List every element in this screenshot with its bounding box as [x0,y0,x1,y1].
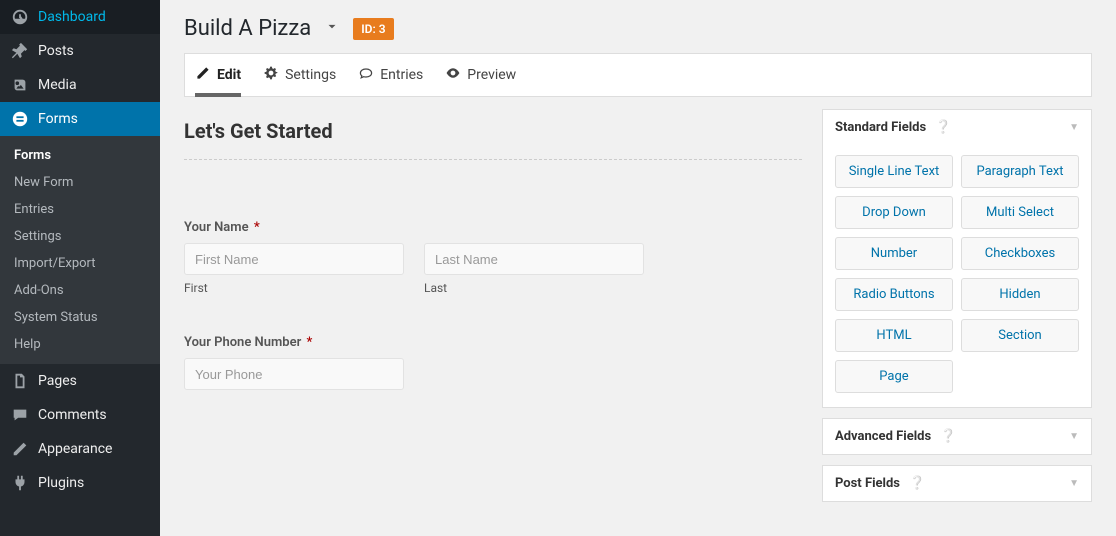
sidebar-submenu-forms: Forms New Form Entries Settings Import/E… [0,136,160,364]
collapse-toggle[interactable]: ▼ [1069,122,1079,133]
sidebar-item-label: Posts [38,43,74,59]
sidebar-item-label: Appearance [38,441,112,457]
field-type-hidden[interactable]: Hidden [961,278,1079,311]
sidebar-item-label: Comments [38,407,107,423]
field-type-paragraph-text[interactable]: Paragraph Text [961,155,1079,188]
eye-icon [445,65,461,85]
sidebar-item-dashboard[interactable]: Dashboard [0,0,160,34]
gear-icon [263,65,279,85]
comments-icon [10,406,30,424]
field-type-multi-select[interactable]: Multi Select [961,196,1079,229]
content-row: Let's Get Started Your Name * First Last [184,109,1092,536]
panel-header-advanced[interactable]: Advanced Fields ❔ ▼ [823,419,1091,454]
sidebar-item-forms[interactable]: Forms [0,102,160,136]
field-type-drop-down[interactable]: Drop Down [835,196,953,229]
field-type-single-line-text[interactable]: Single Line Text [835,155,953,188]
sidebar-item-label: Plugins [38,475,84,491]
pin-icon [10,42,30,60]
tab-label: Settings [285,67,336,83]
first-name-sublabel: First [184,281,404,295]
sidebar-item-media[interactable]: Media [0,68,160,102]
name-inputs: First Last [184,243,802,295]
panel-post-fields: Post Fields ❔ ▼ [822,465,1092,502]
form-editor-area: Let's Get Started Your Name * First Last [184,109,802,536]
required-marker: * [307,335,313,350]
edit-icon [195,65,211,85]
field-type-html[interactable]: HTML [835,319,953,352]
panel-header-post[interactable]: Post Fields ❔ ▼ [823,466,1091,501]
sidebar-subitem-entries[interactable]: Entries [0,196,160,223]
field-phone[interactable]: Your Phone Number * [184,335,802,390]
panel-body-standard: Single Line Text Paragraph Text Drop Dow… [823,145,1091,407]
tab-edit[interactable]: Edit [195,54,241,96]
field-name[interactable]: Your Name * First Last [184,220,802,295]
required-marker: * [254,220,260,235]
sidebar-item-pages[interactable]: Pages [0,364,160,398]
field-type-checkboxes[interactable]: Checkboxes [961,237,1079,270]
sidebar-item-comments[interactable]: Comments [0,398,160,432]
collapse-toggle[interactable]: ▼ [1069,431,1079,442]
last-name-sublabel: Last [424,281,644,295]
tab-label: Edit [217,67,241,83]
sidebar-item-appearance[interactable]: Appearance [0,432,160,466]
sidebar-item-label: Media [38,77,77,93]
chevron-down-icon [325,20,339,34]
tab-label: Entries [380,67,423,83]
sidebar-subitem-system-status[interactable]: System Status [0,304,160,331]
sidebar-item-plugins[interactable]: Plugins [0,466,160,500]
form-section-title: Let's Get Started [184,119,802,160]
sidebar-subitem-add-ons[interactable]: Add-Ons [0,277,160,304]
page-title: Build A Pizza [184,16,311,41]
sidebar-item-label: Pages [38,373,77,389]
sidebar-item-label: Dashboard [38,9,106,25]
form-tabs: Edit Settings Entries Preview [184,53,1092,97]
first-name-input[interactable] [184,243,404,275]
title-row: Build A Pizza ID: 3 [184,16,1092,41]
main-content: Build A Pizza ID: 3 Edit Settings Entrie… [160,0,1116,536]
tab-settings[interactable]: Settings [263,54,336,96]
panel-title: Standard Fields [835,120,926,135]
form-switcher-toggle[interactable] [325,20,339,38]
field-label: Your Phone Number * [184,335,802,350]
help-icon[interactable]: ❔ [909,476,925,491]
sidebar-subitem-import-export[interactable]: Import/Export [0,250,160,277]
last-name-input[interactable] [424,243,644,275]
sidebar-subitem-forms[interactable]: Forms [0,142,160,169]
forms-icon [10,110,30,128]
field-type-page[interactable]: Page [835,360,953,393]
help-icon[interactable]: ❔ [935,120,951,135]
plugins-icon [10,474,30,492]
field-type-radio-buttons[interactable]: Radio Buttons [835,278,953,311]
sidebar-subitem-new-form[interactable]: New Form [0,169,160,196]
field-type-section[interactable]: Section [961,319,1079,352]
phone-input[interactable] [184,358,404,390]
pages-icon [10,372,30,390]
field-palette: Standard Fields ❔ ▼ Single Line Text Par… [822,109,1092,536]
panel-title: Post Fields [835,476,900,491]
panel-advanced-fields: Advanced Fields ❔ ▼ [822,418,1092,455]
field-label: Your Name * [184,220,802,235]
sidebar-item-label: Forms [38,111,78,127]
media-icon [10,76,30,94]
tab-preview[interactable]: Preview [445,54,516,96]
form-id-badge: ID: 3 [353,18,393,40]
panel-header-standard[interactable]: Standard Fields ❔ ▼ [823,110,1091,145]
help-icon[interactable]: ❔ [940,429,956,444]
panel-title: Advanced Fields [835,429,931,444]
appearance-icon [10,440,30,458]
sidebar-subitem-help[interactable]: Help [0,331,160,358]
admin-sidebar: Dashboard Posts Media Forms Forms New Fo… [0,0,160,536]
dashboard-icon [10,8,30,26]
collapse-toggle[interactable]: ▼ [1069,478,1079,489]
tab-entries[interactable]: Entries [358,54,423,96]
sidebar-subitem-settings[interactable]: Settings [0,223,160,250]
field-type-number[interactable]: Number [835,237,953,270]
tab-label: Preview [467,67,516,83]
sidebar-item-posts[interactable]: Posts [0,34,160,68]
chat-icon [358,65,374,85]
panel-standard-fields: Standard Fields ❔ ▼ Single Line Text Par… [822,109,1092,408]
